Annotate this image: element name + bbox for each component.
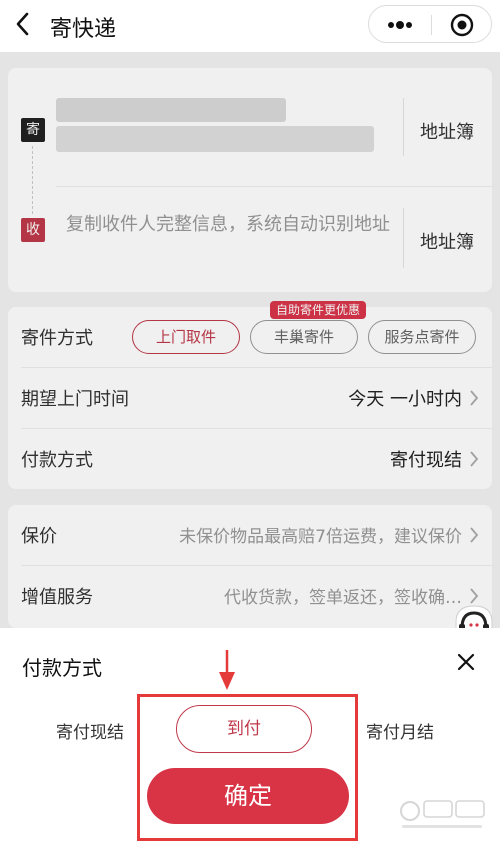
watermark-logo-icon — [400, 800, 485, 828]
option-prepaid-cash[interactable]: 寄付现结 — [56, 718, 124, 743]
annotation-highlight-box — [137, 694, 358, 841]
capsule-divider — [431, 15, 432, 35]
more-icon[interactable] — [385, 17, 415, 33]
close-icon[interactable] — [456, 652, 476, 672]
back-icon[interactable] — [12, 10, 36, 38]
page-title: 寄快递 — [50, 17, 117, 42]
annotation-arrow-icon — [219, 650, 235, 690]
sheet-title: 付款方式 — [22, 656, 102, 680]
app-header: 寄快递 — [0, 0, 500, 52]
close-miniprogram-icon[interactable] — [450, 13, 474, 37]
mini-program-capsule — [368, 5, 492, 43]
option-monthly[interactable]: 寄付月结 — [366, 718, 434, 743]
